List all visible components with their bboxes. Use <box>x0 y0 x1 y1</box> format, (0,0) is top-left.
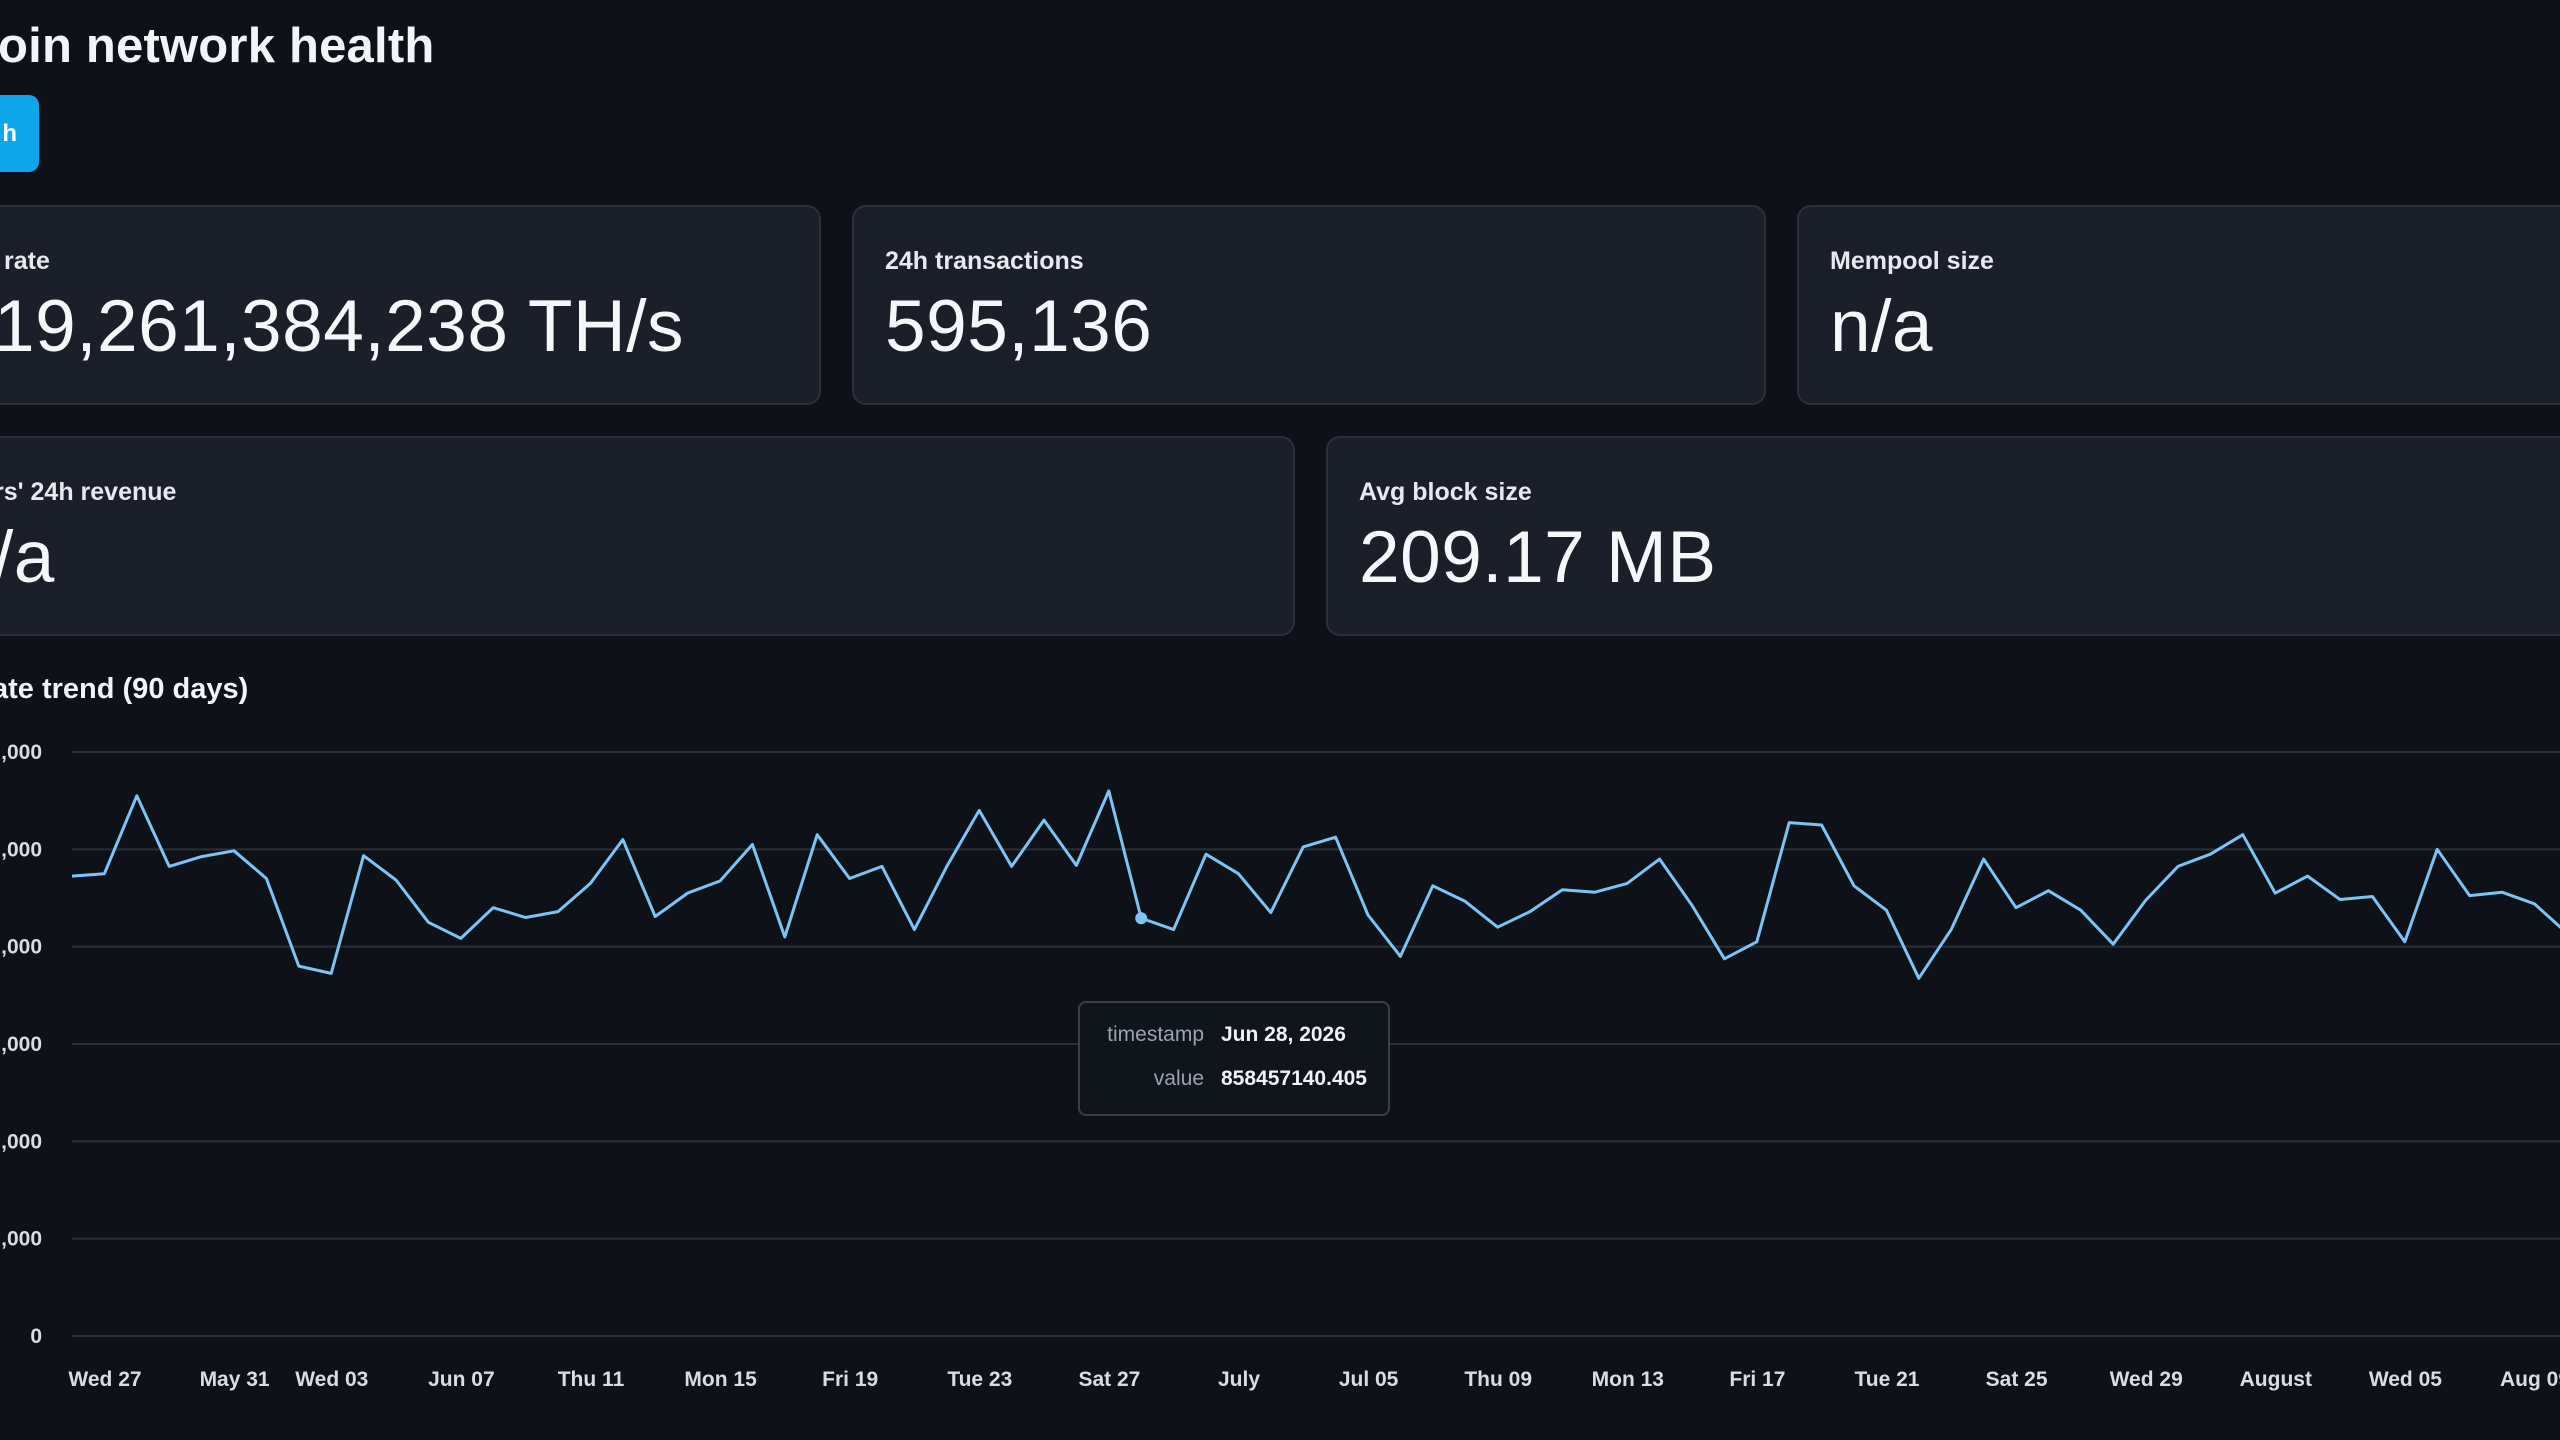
metric-value: 209.17 MB <box>1359 517 1717 598</box>
x-tick-label: Mon 15 <box>684 1368 757 1391</box>
metric-label: Mempool size <box>1830 247 1994 275</box>
metric-label: Avg block size <box>1359 478 1532 506</box>
x-tick-label: Wed 29 <box>2110 1368 2183 1391</box>
chart-tooltip: timestamp Jun 28, 2026 value 858457140.4… <box>1078 1001 1390 1116</box>
y-tick-label: ,000 <box>1 838 42 861</box>
metric-card-24h-transactions: 24h transactions 595,136 <box>852 205 1766 405</box>
x-tick-label: Thu 11 <box>558 1368 625 1391</box>
refresh-button-label: h <box>2 119 17 147</box>
y-tick-label: ,000 <box>1 936 42 959</box>
x-tick-label: Sat 27 <box>1078 1368 1140 1391</box>
tooltip-value: Jun 28, 2026 <box>1221 1023 1346 1046</box>
metric-label: rate <box>4 247 50 275</box>
x-tick-label: July <box>1218 1368 1260 1391</box>
x-tick-label: Sat 25 <box>1986 1368 2048 1391</box>
y-tick-label: ,000 <box>1 1033 42 1056</box>
x-tick-label: Aug 09 <box>2500 1368 2560 1391</box>
x-tick-label: Jun 07 <box>428 1368 495 1391</box>
x-tick-label: Wed 03 <box>295 1368 368 1391</box>
metric-value: 19,261,384,238 TH/s <box>0 286 684 367</box>
metric-card-mempool-size: Mempool size n/a <box>1797 205 2560 405</box>
x-tick-label: May 31 <box>200 1368 270 1391</box>
metric-card-miners-revenue: rs' 24h revenue /a <box>0 436 1295 636</box>
y-tick-label: ,000 <box>1 1228 42 1251</box>
chart-title: ate trend (90 days) <box>0 673 249 705</box>
metric-value: n/a <box>1830 286 1933 367</box>
y-tick-label: 0 <box>30 1325 42 1348</box>
series-line[interactable] <box>71 789 2560 980</box>
tooltip-key: timestamp <box>1107 1023 1204 1046</box>
x-tick-label: Jul 05 <box>1339 1368 1399 1391</box>
x-tick-label: August <box>2240 1368 2312 1391</box>
dashboard-root: oin network health h rate 19,261,384,238… <box>0 0 2560 1440</box>
x-tick-label: Tue 21 <box>1855 1368 1920 1391</box>
x-tick-label: Tue 23 <box>947 1368 1012 1391</box>
metric-card-avg-block-size: Avg block size 209.17 MB <box>1326 436 2560 636</box>
hover-point-marker[interactable] <box>1135 912 1148 925</box>
tooltip-value: 858457140.405 <box>1221 1067 1367 1090</box>
x-tick-label: Thu 09 <box>1464 1368 1532 1391</box>
tooltip-key: value <box>1153 1067 1204 1090</box>
page-title: oin network health <box>0 19 435 73</box>
x-tick-label: Fri 17 <box>1729 1368 1785 1391</box>
metric-label: rs' 24h revenue <box>0 478 177 506</box>
x-tick-label: Fri 19 <box>822 1368 878 1391</box>
x-tick-label: Wed 27 <box>68 1368 141 1391</box>
metric-label: 24h transactions <box>885 247 1084 275</box>
y-tick-label: ,000 <box>1 1130 42 1153</box>
x-tick-label: Mon 13 <box>1592 1368 1664 1391</box>
refresh-button[interactable]: h <box>0 95 39 172</box>
metric-value: /a <box>0 517 55 598</box>
y-tick-label: ,000 <box>1 741 42 764</box>
x-tick-label: Wed 05 <box>2369 1368 2442 1391</box>
metric-card-hash-rate: rate 19,261,384,238 TH/s <box>0 205 821 405</box>
metric-value: 595,136 <box>885 286 1153 367</box>
